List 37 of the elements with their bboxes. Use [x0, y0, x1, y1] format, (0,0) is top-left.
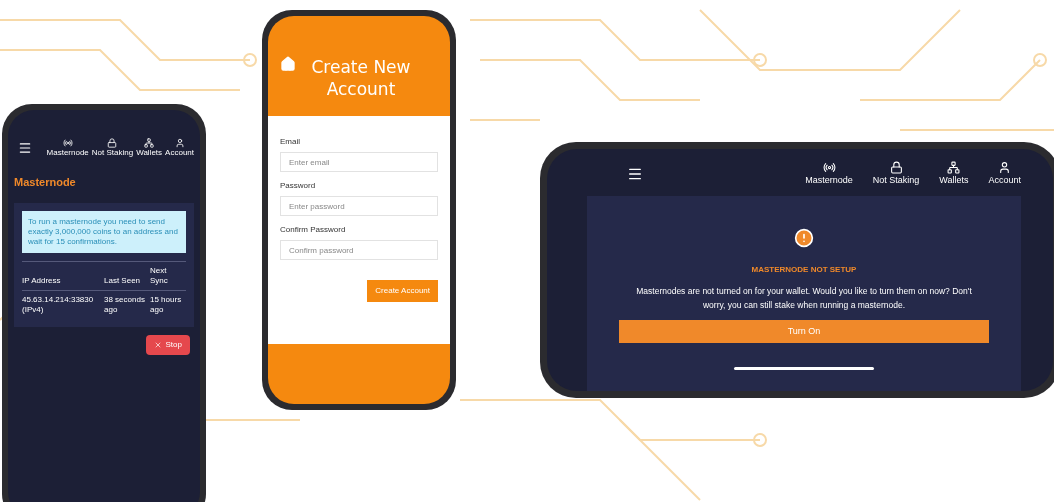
field-label: Password: [280, 180, 317, 192]
lock-icon: [107, 138, 118, 148]
stop-button[interactable]: Stop: [145, 334, 190, 355]
menu-icon[interactable]: [18, 141, 32, 155]
column-header: IP Address: [22, 275, 62, 286]
lock-icon: [889, 161, 903, 174]
page-title: Masternode: [14, 175, 77, 190]
network-icon: [947, 161, 961, 174]
input-field[interactable]: Enter email: [280, 152, 438, 172]
warning-icon: [794, 227, 814, 248]
nav-tab[interactable]: Masternode: [46, 138, 89, 158]
nav-tab[interactable]: Wallets: [136, 138, 163, 158]
column-header: Next Sync: [150, 265, 169, 286]
nav-tab[interactable]: Not Staking: [872, 161, 920, 188]
person-icon: [174, 138, 185, 148]
setup-message: Masternodes are not turned on for your wallet. Would you like to turn them on now? Don't worry, you can still stake when running a masternode.: [635, 284, 973, 312]
signal-icon: [822, 161, 836, 174]
person-icon: [998, 161, 1012, 174]
input-field[interactable]: Confirm password: [280, 240, 438, 260]
nav-tab[interactable]: Account: [165, 138, 194, 158]
nav-tab[interactable]: Not Staking: [91, 138, 134, 158]
field-label: Email: [280, 136, 301, 148]
info-notice: To run a masternode you need to send exactly 3,000,000 coins to an address and wait for 15 confirmations.: [22, 210, 186, 253]
column-header: Last Seen: [104, 275, 142, 286]
nav-tab[interactable]: Wallets: [939, 161, 969, 188]
signal-icon: [62, 138, 73, 148]
nav-tab[interactable]: Masternode: [805, 161, 853, 188]
field-label: Confirm Password: [280, 224, 347, 236]
close-icon: [153, 340, 162, 349]
table-cell: 38 seconds ago: [104, 294, 146, 315]
nav-tab[interactable]: Account: [988, 161, 1021, 188]
table-cell-text: 15 hours ago: [150, 294, 183, 315]
table-cell-text: 45.63.14.214:33830 (IPv4): [22, 294, 95, 315]
input-field[interactable]: Enter password: [280, 196, 438, 216]
network-icon: [144, 138, 155, 148]
setup-heading: MASTERNODE NOT SETUP: [751, 263, 857, 276]
page-title: Create New Account: [310, 56, 412, 100]
